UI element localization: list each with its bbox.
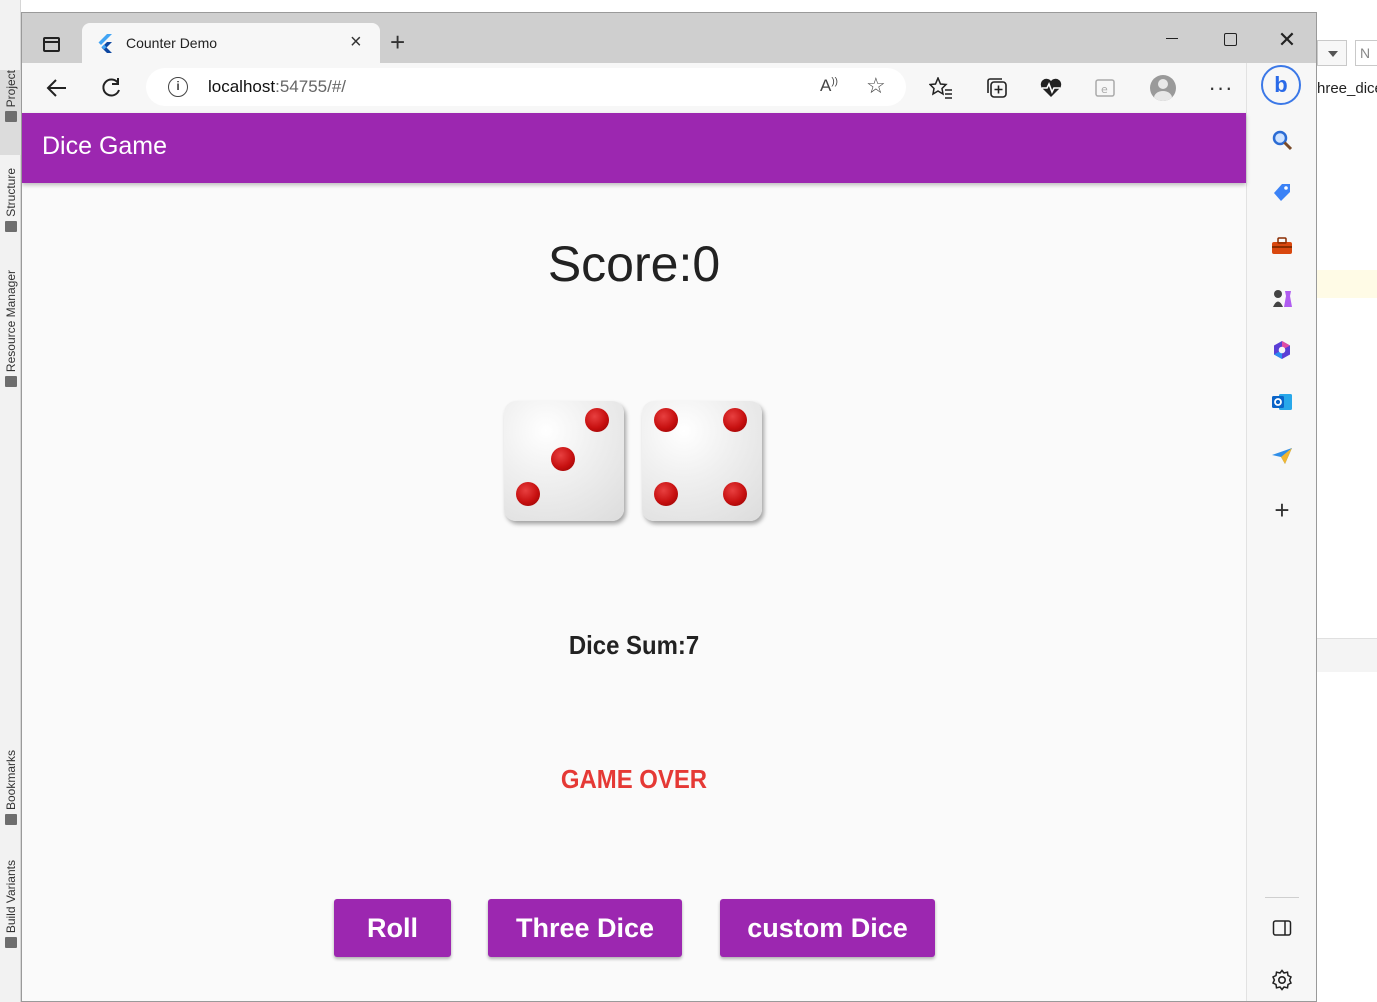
read-aloud-icon[interactable]: A)) — [820, 76, 838, 96]
url-host: localhost — [208, 77, 276, 96]
die-pip — [723, 482, 747, 506]
build-icon — [4, 937, 17, 949]
shopping-icon[interactable] — [1269, 179, 1295, 205]
score-label: Score:0 — [547, 236, 721, 292]
add-icon[interactable]: + — [1269, 495, 1295, 525]
tab-bar: Counter Demo × + ✕ — [22, 13, 1316, 63]
favorites-icon[interactable] — [926, 73, 956, 103]
ide-tab-structure-label: Structure — [3, 168, 18, 217]
ide-left-toolbar: Project Structure Resource Manager Bookm… — [0, 0, 21, 1002]
ie-mode-icon[interactable]: e — [1090, 73, 1120, 103]
tools-icon[interactable] — [1269, 233, 1295, 259]
dice-row — [504, 401, 764, 523]
custom-dice-button[interactable]: custom Dice — [720, 899, 935, 957]
back-icon[interactable] — [42, 73, 72, 103]
outlook-icon[interactable] — [1269, 389, 1295, 415]
browser-window: Counter Demo × + ✕ i localhost:54755/#/ … — [21, 12, 1317, 1002]
ide-file-tab[interactable]: hree_dice — [1317, 80, 1377, 97]
collections-icon[interactable] — [982, 73, 1012, 103]
ide-search-box[interactable]: N — [1355, 40, 1377, 66]
die-pip — [516, 482, 540, 506]
die-pip — [654, 482, 678, 506]
info-icon[interactable]: i — [168, 77, 188, 97]
tab-actions-icon[interactable] — [36, 31, 66, 57]
more-icon[interactable]: ··· — [1206, 73, 1236, 103]
ide-dropdown[interactable] — [1317, 40, 1347, 66]
resource-icon — [4, 376, 17, 388]
ide-tab-bookmarks-label: Bookmarks — [3, 750, 18, 811]
ide-tab-structure[interactable]: Structure — [0, 168, 21, 232]
bing-icon[interactable]: b — [1261, 65, 1301, 105]
die-pip — [585, 408, 609, 432]
url-text[interactable]: localhost:54755/#/ — [208, 77, 346, 97]
minimize-button[interactable] — [1152, 25, 1192, 55]
edge-sidebar: b + — [1246, 63, 1316, 1001]
split-panel-icon[interactable] — [1269, 915, 1295, 941]
browser-toolbar: i localhost:54755/#/ A)) ☆ e ··· — [22, 63, 1316, 113]
reload-icon[interactable] — [96, 73, 126, 103]
three-dice-button[interactable]: Three Dice — [488, 899, 682, 957]
ide-panel-band — [1317, 638, 1377, 672]
flutter-icon — [98, 34, 112, 53]
minimize-icon — [1166, 38, 1178, 39]
die-three — [504, 401, 624, 521]
ide-tab-resource-manager[interactable]: Resource Manager — [0, 270, 21, 388]
die-pip — [723, 408, 747, 432]
drop-icon[interactable] — [1269, 443, 1295, 469]
ide-tab-build-variants-label: Build Variants — [3, 860, 18, 934]
ide-editor-partial: N hree_dice — [1317, 0, 1377, 1002]
ide-tab-project-label: Project — [3, 70, 18, 108]
microsoft365-icon[interactable] — [1269, 337, 1295, 363]
app-title: Dice Game — [42, 132, 168, 160]
new-tab-button[interactable]: + — [390, 27, 405, 58]
address-bar[interactable]: i localhost:54755/#/ A)) ☆ — [146, 68, 906, 106]
structure-icon — [4, 220, 17, 232]
web-content: Dice Game Score:0 Dice Sum:7 GAME OVER R… — [22, 113, 1246, 1001]
ide-highlight-line — [1317, 270, 1377, 298]
bookmark-icon — [4, 814, 17, 826]
die-pip — [654, 408, 678, 432]
sidebar-divider — [1265, 897, 1299, 898]
game-over-status: GAME OVER — [560, 764, 708, 794]
games-icon[interactable] — [1269, 285, 1295, 311]
browser-essentials-icon[interactable] — [1036, 73, 1066, 103]
profile-icon[interactable] — [1148, 73, 1178, 103]
ide-tab-resource-manager-label: Resource Manager — [3, 270, 18, 373]
folder-icon — [4, 111, 17, 123]
maximize-button[interactable] — [1210, 25, 1250, 55]
app-bar: Dice Game — [22, 113, 1246, 183]
tab-title: Counter Demo — [126, 35, 218, 51]
search-icon[interactable] — [1269, 127, 1295, 153]
die-pip — [551, 447, 575, 471]
roll-button[interactable]: Roll — [334, 899, 451, 957]
settings-icon[interactable] — [1269, 967, 1295, 993]
die-four — [642, 401, 762, 521]
ide-tab-bookmarks[interactable]: Bookmarks — [0, 750, 21, 826]
ide-tab-project[interactable]: Project — [0, 70, 21, 155]
browser-tab[interactable]: Counter Demo × — [82, 23, 380, 63]
url-path: :54755/#/ — [275, 77, 347, 96]
add-favorite-icon[interactable]: ☆ — [866, 73, 886, 99]
ide-tab-build-variants[interactable]: Build Variants — [0, 860, 21, 949]
maximize-icon — [1223, 33, 1237, 46]
tab-close-icon[interactable]: × — [350, 31, 362, 54]
svg-text:e: e — [1101, 83, 1108, 96]
window-close-button[interactable]: ✕ — [1267, 25, 1307, 55]
dice-sum-label: Dice Sum:7 — [568, 630, 700, 660]
